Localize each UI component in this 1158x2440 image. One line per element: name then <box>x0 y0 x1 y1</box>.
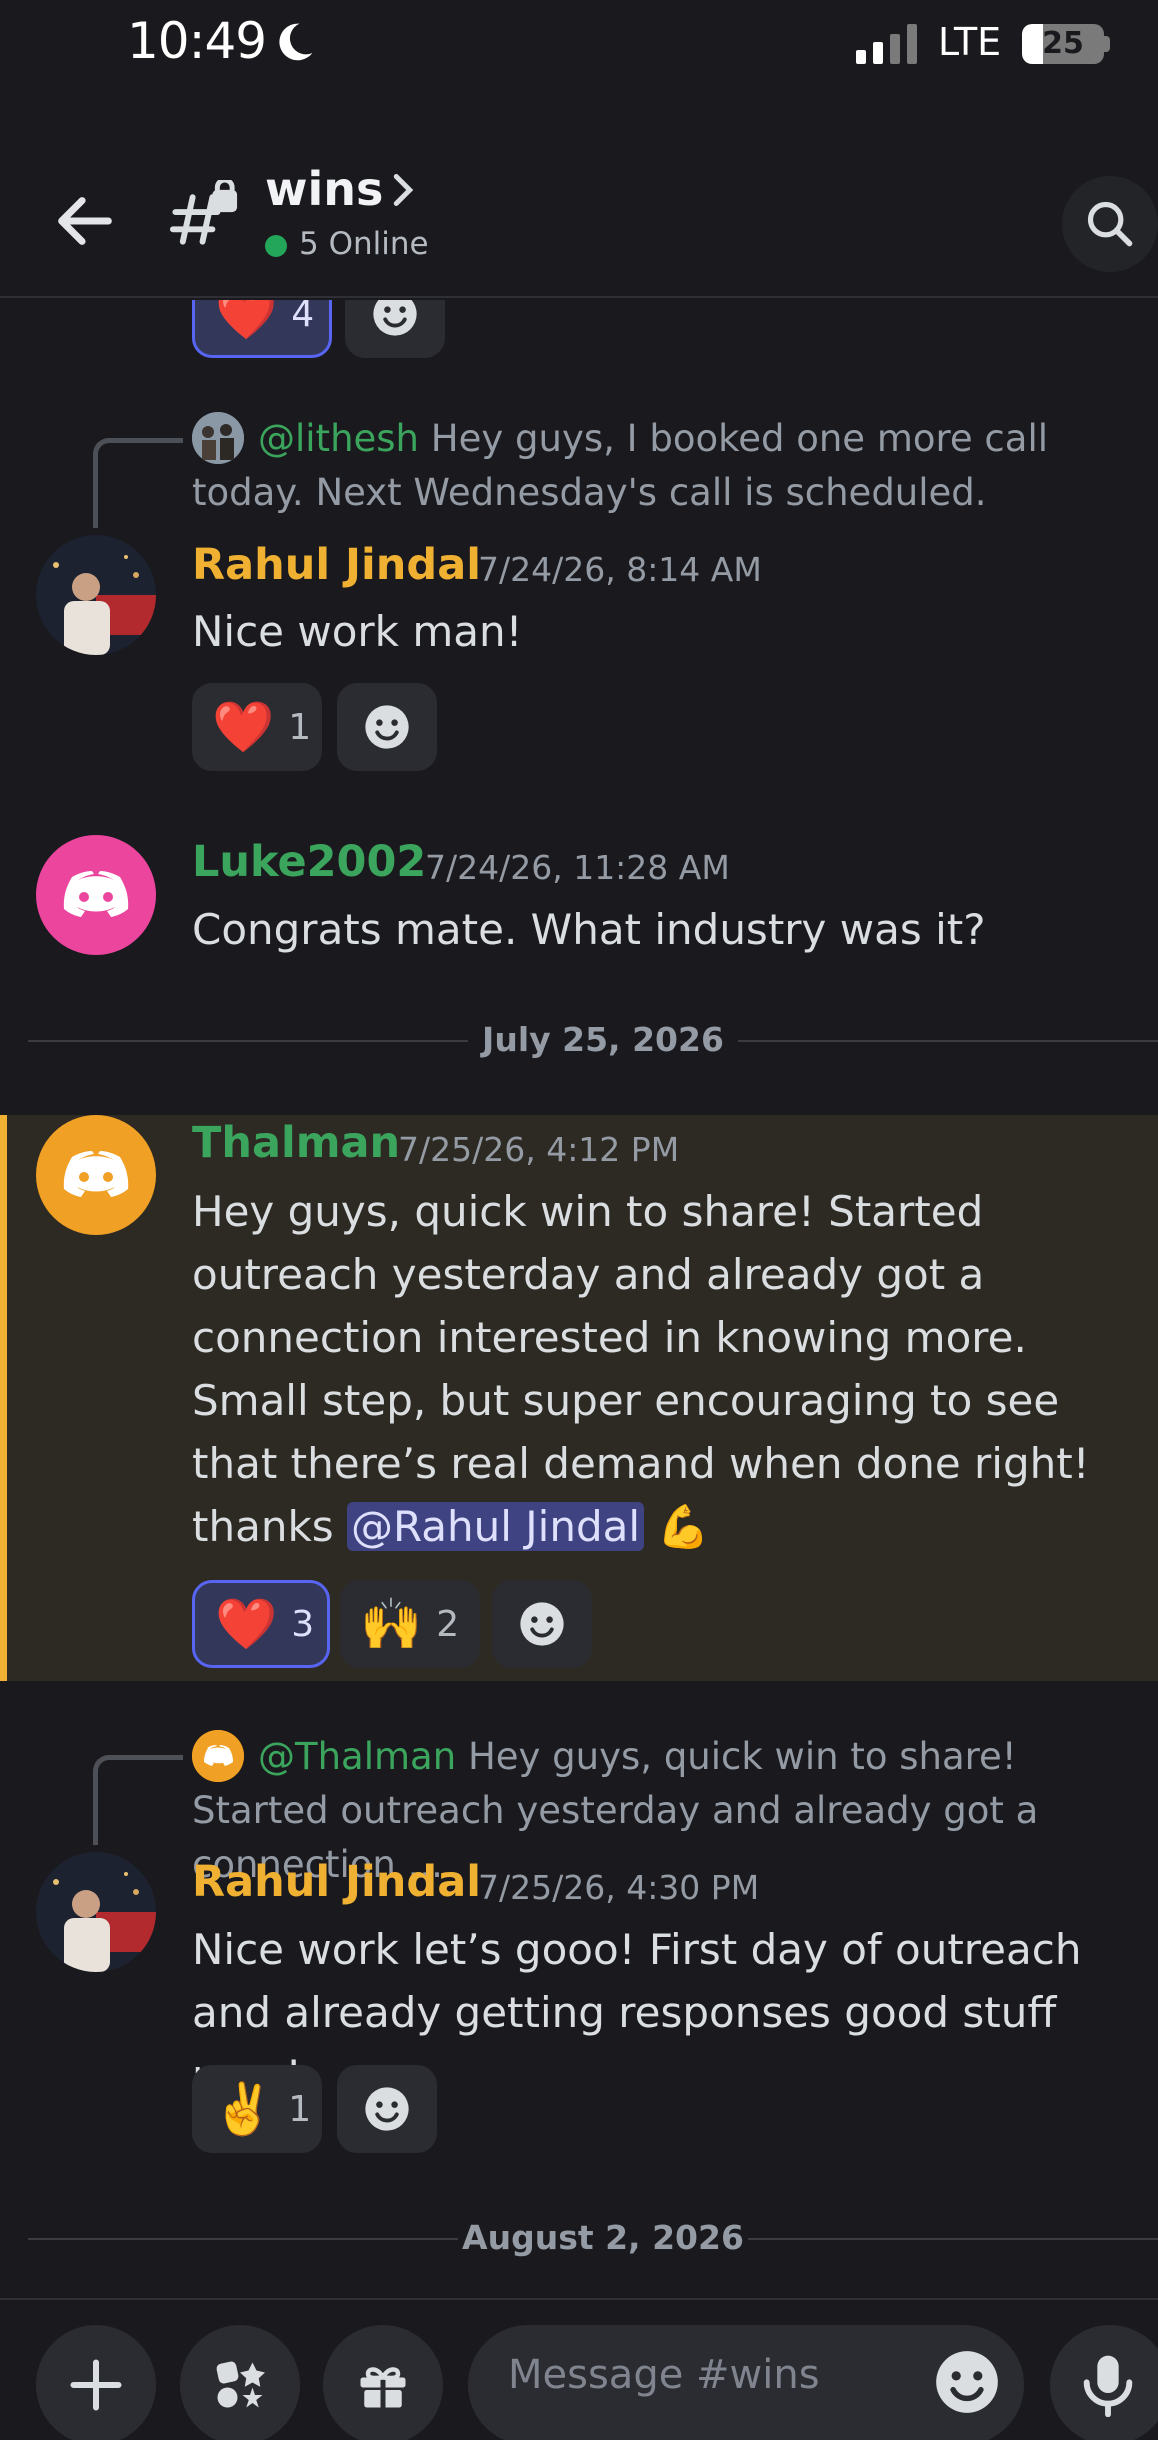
avatar[interactable] <box>36 835 156 955</box>
author-name[interactable]: Rahul Jindal <box>192 540 481 590</box>
add-reaction-button[interactable] <box>345 300 445 358</box>
apps-icon <box>216 2361 265 2408</box>
locked-channel-icon <box>169 180 238 245</box>
moon-icon <box>279 23 313 61</box>
user-mention[interactable]: @Rahul Jindal <box>347 1502 645 1551</box>
avatar[interactable] <box>36 1115 156 1235</box>
reaction-count: 4 <box>291 300 315 335</box>
reaction-emoji: ❤️ <box>212 698 275 756</box>
reaction-chip[interactable]: 🙌 2 <box>340 1580 480 1668</box>
voice-message-button[interactable] <box>1050 2325 1158 2440</box>
mention-highlight-bar <box>0 1115 7 1681</box>
message-input[interactable] <box>508 2345 948 2405</box>
status-time: 10:49 <box>127 12 267 70</box>
add-reaction-icon <box>365 2087 409 2131</box>
author-name[interactable]: Rahul Jindal <box>192 1857 481 1907</box>
back-arrow-icon[interactable] <box>50 186 120 256</box>
plus-icon <box>70 2359 122 2411</box>
add-reaction-icon <box>373 300 417 336</box>
message-text: Hey guys, quick win to share! Started ou… <box>192 1180 1142 1558</box>
emoji-icon[interactable] <box>930 2345 1004 2419</box>
status-bar: 10:49 LTE 25 <box>0 0 1158 90</box>
date-divider-line <box>28 2238 458 2240</box>
microphone-icon <box>1083 2355 1133 2417</box>
message-input-wrapper <box>468 2325 1024 2440</box>
reaction-emoji: ❤️ <box>215 300 278 343</box>
reaction-chip[interactable]: ❤️ 4 <box>192 300 332 358</box>
reaction-count: 3 <box>291 1603 315 1645</box>
search-button[interactable] <box>1062 176 1158 272</box>
add-reaction-button[interactable] <box>492 1580 592 1668</box>
reaction-chip[interactable]: ✌️ 1 <box>192 2065 322 2153</box>
reaction-count: 2 <box>436 1603 460 1645</box>
reaction-chip[interactable]: ❤️ 1 <box>192 683 322 771</box>
avatar[interactable] <box>36 1852 156 1972</box>
reply-preview[interactable]: @lithesh Hey guys, I booked one more cal… <box>192 412 1142 520</box>
author-name[interactable]: Thalman <box>192 1118 400 1168</box>
date-divider: July 25, 2026 <box>482 1020 724 1059</box>
channel-header: wins 5 Online <box>0 150 1158 298</box>
reaction-count: 1 <box>288 706 312 748</box>
message-timestamp: 7/25/26, 4:12 PM <box>398 1130 680 1169</box>
channel-name[interactable]: wins <box>265 162 383 216</box>
search-icon <box>1087 201 1133 247</box>
attach-button[interactable] <box>36 2325 156 2440</box>
add-reaction-icon <box>365 705 409 749</box>
online-status-dot <box>265 235 287 257</box>
reply-connector <box>93 438 183 528</box>
battery-percent: 25 <box>1042 26 1084 61</box>
date-divider-line <box>28 1040 468 1042</box>
date-divider-line <box>748 2238 1158 2240</box>
date-divider-line <box>738 1040 1158 1042</box>
add-reaction-icon <box>520 1602 564 1646</box>
discord-logo-icon <box>36 1115 156 1235</box>
message-timestamp: 7/25/26, 4:30 PM <box>478 1868 760 1907</box>
avatar[interactable] <box>36 535 156 655</box>
reaction-chip[interactable]: ❤️ 3 <box>192 1580 330 1668</box>
reply-connector <box>93 1755 183 1845</box>
discord-logo-icon <box>36 835 156 955</box>
apps-button[interactable] <box>180 2325 300 2440</box>
message-timestamp: 7/24/26, 11:28 AM <box>425 848 730 887</box>
author-name[interactable]: Luke2002 <box>192 837 426 887</box>
reaction-emoji: ❤️ <box>215 1595 278 1653</box>
reply-mention[interactable]: @Thalman <box>258 1735 456 1778</box>
add-reaction-button[interactable] <box>337 2065 437 2153</box>
battery-indicator: 25 <box>1022 24 1104 64</box>
message-text: Congrats mate. What industry was it? <box>192 905 986 954</box>
message-text: Nice work man! <box>192 607 523 656</box>
chevron-right-icon[interactable] <box>388 172 418 208</box>
reaction-count: 1 <box>288 2088 312 2130</box>
gift-button[interactable] <box>323 2325 443 2440</box>
reply-mention[interactable]: @lithesh <box>258 417 419 460</box>
online-count: 5 Online <box>299 226 429 262</box>
message-body: Hey guys, quick win to share! Started ou… <box>192 1187 1090 1551</box>
message-feed[interactable]: ❤️ 4 @lithesh Hey guys, I booked one mor… <box>0 300 1158 2298</box>
message-emoji: 💪 <box>657 1502 710 1551</box>
reaction-emoji: 🙌 <box>360 1595 423 1653</box>
message-timestamp: 7/24/26, 8:14 AM <box>478 550 762 589</box>
gift-icon <box>360 2367 406 2408</box>
network-type: LTE <box>938 20 1002 64</box>
battery-tip <box>1104 36 1110 52</box>
add-reaction-button[interactable] <box>337 683 437 771</box>
reaction-emoji: ✌️ <box>212 2080 275 2138</box>
message-text: Nice work let’s gooo! First day of outre… <box>192 1925 1082 2100</box>
date-divider: August 2, 2026 <box>462 2218 744 2257</box>
signal-icon <box>856 24 917 64</box>
message-composer <box>0 2298 1158 2440</box>
